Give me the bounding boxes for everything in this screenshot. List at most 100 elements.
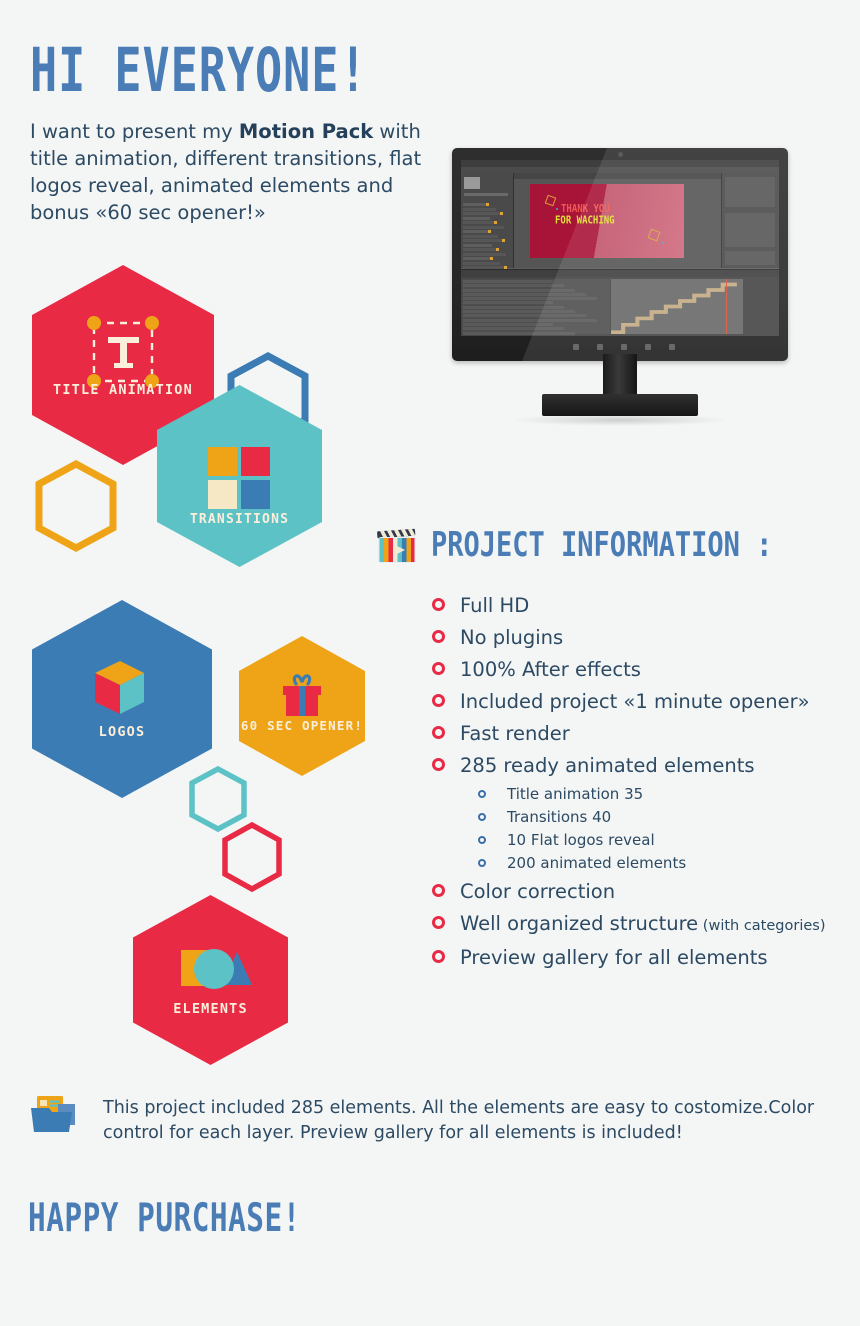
bullet-ring-small-icon xyxy=(478,859,486,867)
monitor-input-button[interactable] xyxy=(645,344,651,350)
outline-hexagon-red xyxy=(220,821,284,893)
ae-timeline-layer-row xyxy=(463,297,597,301)
ae-layer-row xyxy=(463,257,493,260)
info-list-item-label: Color correction xyxy=(460,880,616,903)
info-list-item-label: Well organized structure (with categorie… xyxy=(460,912,826,935)
preview-text: THANK YOU FOR WACHING xyxy=(555,204,615,227)
ae-keyframe-marker xyxy=(486,203,489,206)
ae-keyframe-marker xyxy=(494,221,497,224)
ae-effects-box xyxy=(725,177,775,207)
folder-icon xyxy=(31,1096,75,1132)
info-list-item: 100% After effects xyxy=(432,656,852,684)
ae-composition-panel: THANK YOU FOR WACHING xyxy=(514,173,721,268)
bullet-ring-icon xyxy=(432,758,445,771)
monitor-back-button[interactable] xyxy=(573,344,579,350)
ae-layer-row xyxy=(463,207,496,211)
monitor-controls xyxy=(461,338,779,354)
ae-layer-row xyxy=(463,225,504,229)
ae-layer-row xyxy=(463,221,497,224)
intro-before: I want to present my xyxy=(30,120,239,143)
decor-square-1 xyxy=(544,194,557,207)
info-sublist-item-label: 200 animated elements xyxy=(507,854,687,872)
monitor-shadow xyxy=(510,414,730,426)
ae-timeline-layer-row xyxy=(463,327,564,331)
info-list-item-label: Included project «1 minute opener» xyxy=(460,690,810,713)
ae-project-panel xyxy=(461,173,514,301)
info-list-item-label: No plugins xyxy=(460,626,564,649)
info-sublist-item-label: 10 Flat logos reveal xyxy=(507,831,655,849)
bullet-ring-icon xyxy=(432,950,445,963)
page-title: HI EVERYONE! xyxy=(30,36,368,107)
ae-keyframe-marker xyxy=(502,239,505,242)
ae-thumbnail xyxy=(464,177,480,189)
ae-timeline-layer-row xyxy=(463,280,553,283)
monitor-bezel: THANK YOU FOR WACHING xyxy=(452,148,788,361)
decor-dot-1 xyxy=(556,208,558,210)
info-sublist-item-label: Transitions 40 xyxy=(507,808,612,826)
info-list-item: Color correction xyxy=(432,878,852,906)
info-sublist-item: 10 Flat logos reveal xyxy=(478,830,852,851)
ae-layer-row xyxy=(463,252,506,256)
monitor-screen: THANK YOU FOR WACHING xyxy=(461,160,779,336)
ae-keyframe-marker xyxy=(496,248,499,251)
ae-layer-row xyxy=(463,234,498,238)
ae-keyframe-stairs xyxy=(611,282,737,334)
ae-timeline-layer-row xyxy=(463,322,553,326)
ae-keyframe-marker xyxy=(500,212,503,215)
project-information-header: PROJECT INFORMATION : xyxy=(375,523,772,567)
outline-hexagon-orange xyxy=(34,460,118,552)
decor-dot-2 xyxy=(662,242,664,244)
ae-playhead xyxy=(726,279,727,334)
info-list-item-label: Fast render xyxy=(460,722,570,745)
info-sublist-item: Transitions 40 xyxy=(478,807,852,828)
bullet-ring-small-icon xyxy=(478,813,486,821)
info-sublist-item: 200 animated elements xyxy=(478,853,852,874)
ae-timeline-layer-row xyxy=(463,301,553,305)
monitor-mockup: THANK YOU FOR WACHING xyxy=(452,148,788,426)
hexagon-transitions[interactable]: TRANSITIONS xyxy=(157,385,322,567)
intro-bold: Motion Pack xyxy=(238,120,374,143)
bullet-ring-small-icon xyxy=(478,790,486,798)
ae-timeline-layers xyxy=(462,279,610,336)
ae-timeline-layer-row xyxy=(463,314,586,318)
hexagon-opener[interactable]: 60 SEC OPENER! xyxy=(239,636,365,776)
ae-preview-box xyxy=(725,251,775,265)
monitor-menu-button[interactable] xyxy=(597,344,603,350)
info-list-item-note: (with categories) xyxy=(698,918,826,934)
ae-composition-tabs xyxy=(514,173,721,179)
info-list-item: Preview gallery for all elements xyxy=(432,944,852,972)
ae-layer-row xyxy=(463,203,489,206)
footer-description: This project included 285 elements. All … xyxy=(103,1098,815,1143)
webcam-icon xyxy=(617,152,623,157)
info-list-item: Well organized structure (with categorie… xyxy=(432,910,852,940)
ae-timeline-header xyxy=(461,270,779,277)
ae-timeline-layer-row xyxy=(463,305,564,309)
ae-keyframe-marker xyxy=(488,230,491,233)
ae-layer-row xyxy=(463,239,505,242)
clapperboard-icon xyxy=(377,528,416,563)
ae-graph-editor xyxy=(611,279,743,334)
ae-timeline-panel xyxy=(461,269,779,336)
decor-square-2 xyxy=(647,228,661,242)
ae-align-box xyxy=(725,213,775,247)
info-list-item-label: Full HD xyxy=(460,594,530,617)
info-list-item: Fast render xyxy=(432,720,852,748)
preview-line-2: FOR WACHING xyxy=(555,215,615,228)
hexagon-elements[interactable]: ELEMENTS xyxy=(133,895,288,1065)
bullet-ring-icon xyxy=(432,598,445,611)
bullet-ring-icon xyxy=(432,662,445,675)
monitor-power-button[interactable] xyxy=(669,344,675,350)
ae-search-field xyxy=(464,193,508,196)
intro-paragraph: I want to present my Motion Pack with ti… xyxy=(30,118,430,226)
ae-layer-row xyxy=(463,216,490,220)
monitor-stand-base xyxy=(542,394,698,416)
bullet-ring-icon xyxy=(432,694,445,707)
ae-timeline-layer-row xyxy=(463,310,575,314)
ae-timeline-layer-row xyxy=(463,288,575,292)
ae-timeline-rows xyxy=(463,280,609,336)
info-sublist-item: Title animation 35 xyxy=(478,784,852,805)
monitor-settings-button[interactable] xyxy=(621,344,627,350)
project-information-list: Full HD No plugins 100% After effects Inclu… xyxy=(432,592,852,976)
hexagon-logos[interactable]: LOGOS xyxy=(32,600,212,798)
bullet-ring-small-icon xyxy=(478,836,486,844)
